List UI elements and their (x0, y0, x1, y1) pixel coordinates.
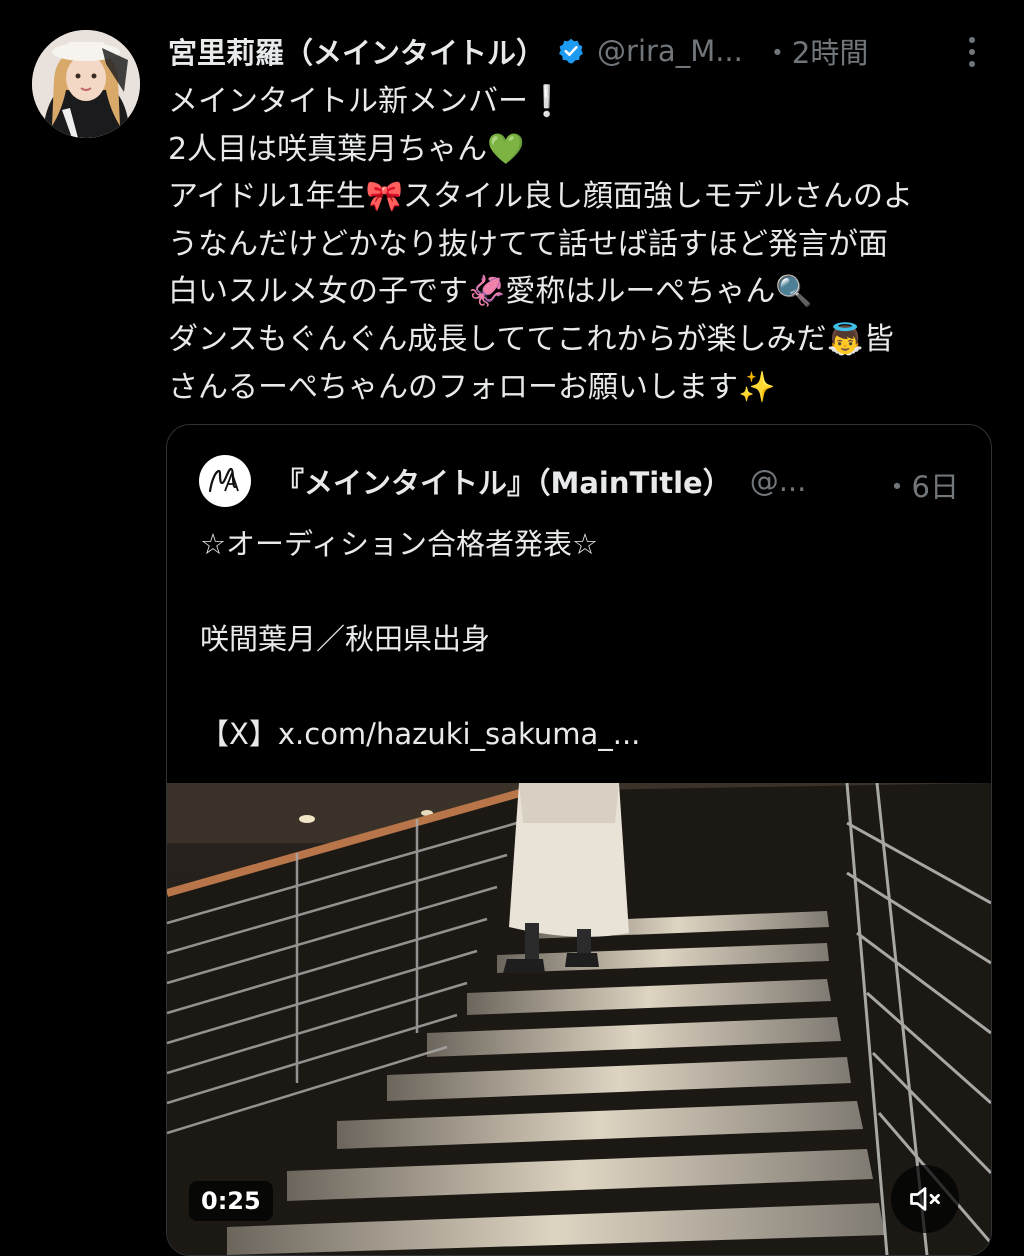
dot (969, 37, 975, 43)
tweet-text-line: ダンスもぐんぐん成長しててこれからが楽しみだ👼皆 (168, 321, 894, 357)
quoted-author-handle[interactable]: @... (750, 464, 807, 498)
tweet-text-line: アイドル1年生🎀スタイル良し顔面強しモデルさんのよ (168, 179, 913, 215)
tweet-text-line: メインタイトル新メンバー❕ (168, 84, 566, 119)
dot (969, 61, 975, 67)
tweet-text-line: うなんだけどかなり抜けてて話せば話すほど発言が面 (168, 226, 888, 262)
maintitle-logo-icon (208, 467, 239, 493)
verified-badge-icon (557, 37, 585, 65)
author-avatar[interactable] (32, 30, 140, 138)
quoted-tweet-text: ☆オーディション合格者発表☆ 咲間葉月／秋田県出身 【X】x.com/hazuk… (200, 521, 960, 759)
video-frame (167, 783, 991, 1255)
quoted-text-line (200, 664, 960, 712)
quoted-text-line (200, 569, 960, 617)
quoted-text-line: 咲間葉月／秋田県出身 (200, 622, 491, 656)
quoted-text-line: ☆オーディション合格者発表☆ (200, 527, 598, 561)
tweet-text-line: 白いスルメ女の子です🦑愛称はルーぺちゃん🔍 (168, 274, 813, 310)
dot (969, 49, 975, 55)
author-handle[interactable]: @rira_M... (597, 34, 743, 68)
quoted-tweet-header: 『メインタイトル』（MainTitle） @... ・6日 (199, 455, 959, 507)
quoted-author-name[interactable]: 『メインタイトル』（MainTitle） (275, 460, 732, 502)
quoted-tweet-time[interactable]: ・6日 (883, 464, 959, 506)
author-name[interactable]: 宮里莉羅（メインタイトル） (168, 30, 545, 72)
quoted-tweet-card[interactable]: 『メインタイトル』（MainTitle） @... ・6日 ☆オーディション合格… (166, 424, 992, 1256)
video-player[interactable]: 0:25 (167, 783, 991, 1255)
quoted-link[interactable]: 【X】x.com/hazuki_sakuma_... (200, 711, 960, 759)
quoted-author-avatar[interactable] (199, 455, 251, 507)
tweet-time[interactable]: ・2時間 (763, 30, 868, 72)
video-duration: 0:25 (189, 1181, 273, 1221)
tweet-text-line: さんるーぺちゃんのフォローお願いします✨ (168, 369, 776, 405)
tweet-text-line: 2人目は咲真葉月ちゃん💚 (168, 131, 525, 167)
muted-speaker-icon[interactable] (891, 1165, 959, 1233)
more-options-icon[interactable] (952, 30, 992, 74)
tweet-header: 宮里莉羅（メインタイトル） @rira_M... ・2時間 (168, 26, 998, 76)
tweet-text: メインタイトル新メンバー❕ 2人目は咲真葉月ちゃん💚 アイドル1年生🎀スタイル良… (168, 78, 998, 411)
